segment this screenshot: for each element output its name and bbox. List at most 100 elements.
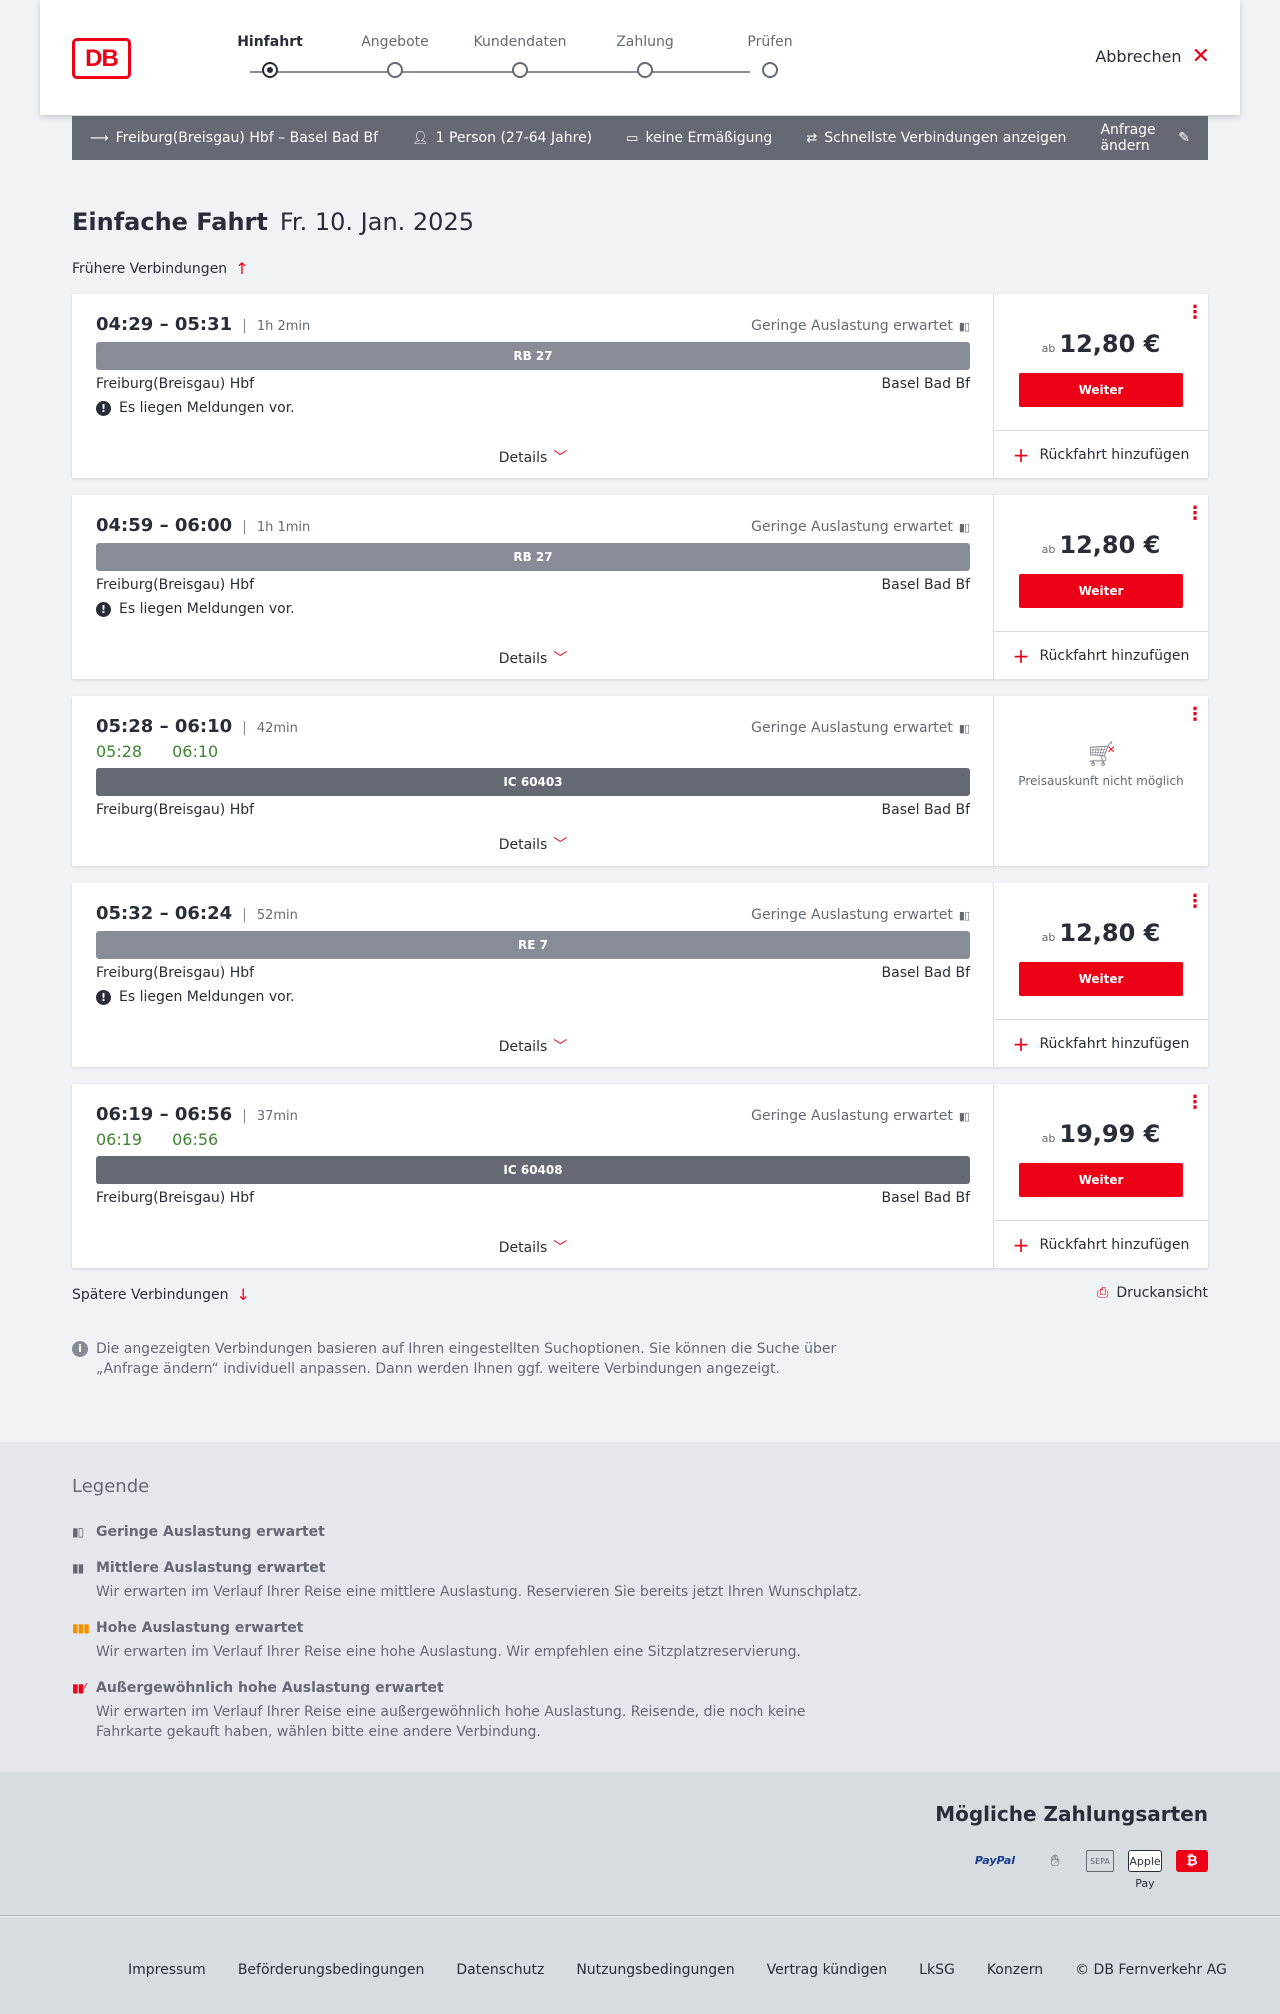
train-bar[interactable]: RE 7 xyxy=(96,931,970,959)
footer-link-befoerderungsbedingungen[interactable]: Beförderungsbedingungen xyxy=(238,1962,425,1978)
plus-icon: + xyxy=(1012,643,1030,668)
search-info-note: i Die angezeigten Verbindungen basieren … xyxy=(72,1339,852,1379)
add-return-button[interactable]: + Rückfahrt hinzufügen xyxy=(994,1220,1208,1268)
footer-link-konzern[interactable]: Konzern xyxy=(987,1962,1043,1978)
connection-details: 05:28 – 06:10 | 42min Geringe Auslastung… xyxy=(72,696,994,866)
details-label: Details xyxy=(498,651,548,667)
footer-link-impressum[interactable]: Impressum xyxy=(128,1962,206,1978)
close-icon: ✕ xyxy=(1191,43,1210,69)
price-panel: ⋮ ab 12,80 € Weiter + Rückfahrt hinzufüge… xyxy=(994,294,1208,478)
occupancy-info: Geringe Auslastung erwartet ▮▯ xyxy=(751,519,970,535)
add-return-button[interactable]: + Rückfahrt hinzufügen xyxy=(994,1019,1208,1067)
duration: 52min xyxy=(256,908,298,923)
details-label: Details xyxy=(498,837,548,853)
legend-item-title: Mittlere Auslastung erwartet xyxy=(96,1560,326,1576)
occupancy-text: Geringe Auslastung erwartet xyxy=(751,318,953,334)
occupancy-low-icon: ▮▯ xyxy=(958,721,970,735)
route-arrow-icon: ⟶ xyxy=(90,130,109,146)
edit-search-button[interactable]: Anfrage ändern ✎ xyxy=(1100,122,1190,154)
person-icon: 👤︎ xyxy=(412,130,429,146)
price: ab 19,99 € xyxy=(994,1120,1208,1148)
continue-button[interactable]: Weiter xyxy=(1019,1163,1183,1197)
trip-type: Einfache Fahrt xyxy=(72,208,268,236)
occupancy-low-icon: ▮▯ xyxy=(958,520,970,534)
print-view-link[interactable]: ⎙ Druckansicht xyxy=(1097,1285,1208,1301)
fastest-text: Schnellste Verbindungen anzeigen xyxy=(824,130,1067,146)
step-dot xyxy=(637,62,653,78)
connection-times: 05:28 – 06:10 | 42min xyxy=(96,716,298,737)
footer-links: Impressum Beförderungsbedingungen Datens… xyxy=(128,1962,1227,1978)
details-toggle[interactable]: Details ﹀ xyxy=(72,1036,994,1056)
footer-link-datenschutz[interactable]: Datenschutz xyxy=(456,1962,544,1978)
printer-icon: ⎙ xyxy=(1097,1285,1109,1301)
train-bar[interactable]: RB 27 xyxy=(96,543,970,571)
notice-text: Es liegen Meldungen vor. xyxy=(119,400,295,416)
details-toggle[interactable]: Details ﹀ xyxy=(72,447,994,467)
more-options-icon[interactable]: ⋮ xyxy=(1186,1094,1204,1112)
add-return-label: Rückfahrt hinzufügen xyxy=(1039,1035,1190,1052)
connection-times: 06:19 – 06:56 | 37min xyxy=(96,1104,298,1125)
fastest-option[interactable]: ⇄ Schnellste Verbindungen anzeigen xyxy=(806,130,1066,146)
chevron-down-icon: ﹀ xyxy=(553,651,568,667)
realtime-arrival: 06:56 xyxy=(172,1130,219,1149)
departure-arrival: 05:32 – 06:24 xyxy=(96,903,233,924)
more-options-icon[interactable]: ⋮ xyxy=(1186,505,1204,523)
connection-times: 04:29 – 05:31 | 1h 2min xyxy=(96,314,310,335)
db-logo[interactable]: DB xyxy=(72,38,131,79)
more-options-icon[interactable]: ⋮ xyxy=(1186,706,1204,724)
step-dot xyxy=(762,62,778,78)
legend-title: Legende xyxy=(72,1476,150,1497)
origin-station: Freiburg(Breisgau) Hbf xyxy=(96,577,255,593)
payment-title: Mögliche Zahlungsarten xyxy=(935,1802,1208,1826)
train-bar[interactable]: IC 60408 xyxy=(96,1156,970,1184)
more-options-icon[interactable]: ⋮ xyxy=(1186,304,1204,322)
legend-item-text: Wir erwarten im Verlauf Ihrer Reise eine… xyxy=(96,1704,806,1740)
separator: | xyxy=(242,720,247,736)
occupancy-text: Geringe Auslastung erwartet xyxy=(751,519,953,535)
paypal-icon: PayPal xyxy=(974,1854,1016,1867)
footer-link-nutzungsbedingungen[interactable]: Nutzungsbedingungen xyxy=(576,1962,734,1978)
notice: ! Es liegen Meldungen vor. xyxy=(96,989,295,1005)
legend-item: ▮▮ Mittlere Auslastung erwartet Wir erwa… xyxy=(72,1560,872,1602)
continue-button[interactable]: Weiter xyxy=(1019,574,1183,608)
connection-details: 04:59 – 06:00 | 1h 1min Geringe Auslastu… xyxy=(72,495,994,679)
step-label: Zahlung xyxy=(616,34,674,50)
continue-button[interactable]: Weiter xyxy=(1019,962,1183,996)
price-amount: 12,80 € xyxy=(1059,919,1161,947)
details-toggle[interactable]: Details ﹀ xyxy=(72,1237,994,1257)
legend-item-title: Geringe Auslastung erwartet xyxy=(96,1524,325,1540)
price-panel: ⋮ 🛒︎ ✕ Preisauskunft nicht möglich xyxy=(994,696,1208,866)
details-label: Details xyxy=(498,450,548,466)
footer-link-lksg[interactable]: LkSG xyxy=(919,1962,955,1978)
notice-text: Es liegen Meldungen vor. xyxy=(119,989,295,1005)
no-price-info: 🛒︎ ✕ Preisauskunft nicht möglich xyxy=(994,742,1208,790)
destination-station: Basel Bad Bf xyxy=(881,577,970,593)
sepa-icon: SEPA xyxy=(1086,1850,1114,1872)
step-label: Prüfen xyxy=(747,34,793,50)
add-return-label: Rückfahrt hinzufügen xyxy=(1039,446,1190,463)
earlier-connections-link[interactable]: Frühere Verbindungen ↑ xyxy=(72,259,249,278)
more-options-icon[interactable]: ⋮ xyxy=(1186,893,1204,911)
train-bar[interactable]: IC 60403 xyxy=(96,768,970,796)
discount-text: keine Ermäßigung xyxy=(645,130,773,146)
cancel-button[interactable]: Abbrechen ✕ xyxy=(1095,43,1210,69)
credit-card-icon: ✋︎ xyxy=(1050,1851,1060,1870)
add-return-button[interactable]: + Rückfahrt hinzufügen xyxy=(994,631,1208,679)
add-return-button[interactable]: + Rückfahrt hinzufügen xyxy=(994,430,1208,478)
later-connections-link[interactable]: Spätere Verbindungen ↓ xyxy=(72,1285,250,1304)
info-text: Die angezeigten Verbindungen basieren au… xyxy=(96,1341,837,1377)
payment-methods-section: Mögliche Zahlungsarten PayPal ✋︎ SEPA Ap… xyxy=(0,1772,1280,1916)
realtime-departure: 05:28 xyxy=(96,742,143,761)
footer-link-vertrag-kuendigen[interactable]: Vertrag kündigen xyxy=(767,1962,888,1978)
chevron-down-icon: ﹀ xyxy=(553,450,568,466)
destination-station: Basel Bad Bf xyxy=(881,802,970,818)
details-toggle[interactable]: Details ﹀ xyxy=(72,648,994,668)
continue-button[interactable]: Weiter xyxy=(1019,373,1183,407)
origin-station: Freiburg(Breisgau) Hbf xyxy=(96,965,255,981)
train-bar[interactable]: RB 27 xyxy=(96,342,970,370)
realtime-departure: 06:19 xyxy=(96,1130,143,1149)
step-hinfahrt: Hinfahrt xyxy=(210,34,330,78)
origin-station: Freiburg(Breisgau) Hbf xyxy=(96,376,255,392)
price-panel: ⋮ ab 19,99 € Weiter + Rückfahrt hinzufüge… xyxy=(994,1084,1208,1268)
details-toggle[interactable]: Details ﹀ xyxy=(72,834,994,854)
